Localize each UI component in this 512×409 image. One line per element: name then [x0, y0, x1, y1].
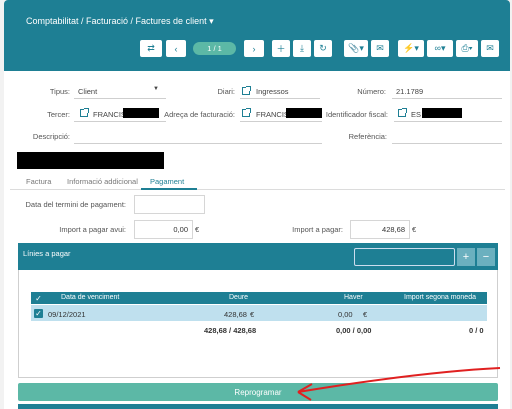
annotation-arrow-icon [297, 367, 501, 401]
